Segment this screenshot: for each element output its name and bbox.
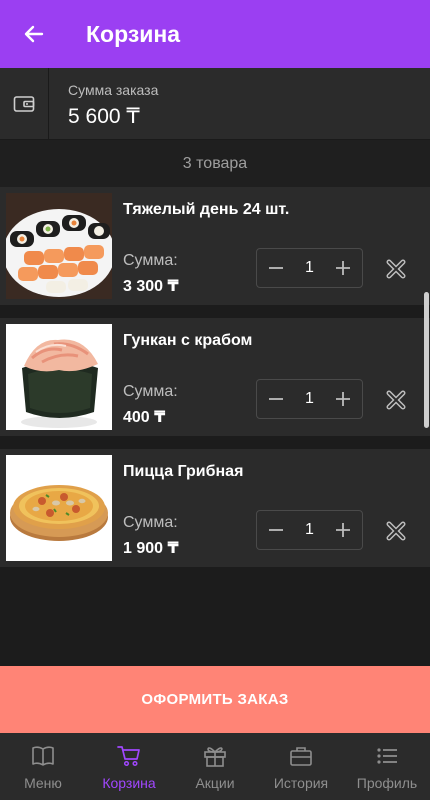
nav-label: Профиль (356, 775, 418, 791)
product-image (6, 324, 112, 430)
quantity-stepper: 1 (256, 510, 363, 550)
minus-icon (269, 398, 283, 400)
item-sum-value: 1 900 ₸ (123, 540, 179, 557)
cart-item: Пицца Грибная Сумма: 1 900 ₸ 1 (0, 449, 430, 567)
wallet-icon (13, 96, 35, 112)
minus-icon (269, 267, 283, 269)
item-sum-value: 400 ₸ (123, 409, 166, 426)
briefcase-icon (290, 747, 312, 766)
item-sum-label: Сумма: (123, 383, 178, 400)
increase-button[interactable] (332, 388, 354, 410)
remove-item-button[interactable] (383, 387, 409, 413)
nav-item-profile[interactable]: Профиль (344, 733, 430, 800)
close-icon (386, 259, 406, 279)
nav-label: Акции (195, 775, 235, 791)
product-name: Пицца Грибная (123, 463, 244, 480)
order-summary: Сумма заказа 5 600 ₸ (0, 68, 430, 140)
nav-label: Корзина (102, 775, 156, 791)
remove-item-button[interactable] (383, 518, 409, 544)
nav-label: Меню (24, 775, 62, 791)
increase-button[interactable] (332, 257, 354, 279)
quantity-value: 1 (305, 390, 314, 407)
plus-icon (336, 523, 350, 537)
product-image (6, 193, 112, 299)
close-icon (386, 390, 406, 410)
wallet-cell (0, 68, 49, 140)
decrease-button[interactable] (265, 388, 287, 410)
order-sum-value: 5 600 ₸ (68, 105, 140, 128)
increase-button[interactable] (332, 519, 354, 541)
nav-item-history[interactable]: История (258, 733, 344, 800)
decrease-button[interactable] (265, 257, 287, 279)
nav-item-menu[interactable]: Меню (0, 733, 86, 800)
cart-item: Тяжелый день 24 шт. Сумма: 3 300 ₸ 1 (0, 187, 430, 305)
nav-item-cart[interactable]: Корзина (86, 733, 172, 800)
arrow-left-icon (24, 25, 44, 43)
item-sum-label: Сумма: (123, 514, 178, 531)
gift-icon (204, 747, 226, 767)
close-icon (386, 521, 406, 541)
quantity-value: 1 (305, 259, 314, 276)
items-count: 3 товара (0, 140, 430, 187)
nav-label: История (273, 775, 329, 791)
page-title: Корзина (86, 20, 181, 47)
checkout-button[interactable]: ОФОРМИТЬ ЗАКАЗ (0, 666, 430, 733)
plus-icon (336, 261, 350, 275)
remove-item-button[interactable] (383, 256, 409, 282)
decrease-button[interactable] (265, 519, 287, 541)
quantity-stepper: 1 (256, 379, 363, 419)
list-icon (377, 748, 397, 764)
item-sum-value: 3 300 ₸ (123, 278, 179, 295)
quantity-stepper: 1 (256, 248, 363, 288)
nav-item-promotions[interactable]: Акции (172, 733, 258, 800)
app-bar: Корзина (0, 0, 430, 68)
plus-icon (336, 392, 350, 406)
minus-icon (269, 529, 283, 531)
cart-icon (117, 746, 140, 767)
scrollbar-thumb[interactable] (424, 292, 429, 428)
cart-item: Гункан с крабом Сумма: 400 ₸ 1 (0, 318, 430, 436)
product-name: Гункан с крабом (123, 332, 253, 349)
order-sum-label: Сумма заказа (68, 82, 159, 98)
product-name: Тяжелый день 24 шт. (123, 201, 290, 218)
quantity-value: 1 (305, 521, 314, 538)
item-sum-label: Сумма: (123, 252, 178, 269)
book-icon (32, 746, 54, 766)
product-image (6, 455, 112, 561)
back-button[interactable] (0, 0, 68, 68)
bottom-nav: Меню Корзина Акции История Профиль (0, 733, 430, 800)
